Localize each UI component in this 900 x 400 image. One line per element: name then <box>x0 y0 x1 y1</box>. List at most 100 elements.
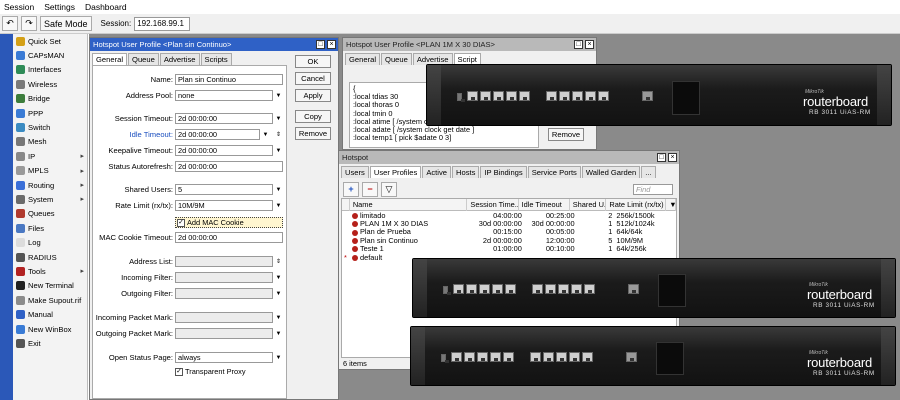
sidebar-item[interactable]: Files <box>13 221 87 235</box>
name-field[interactable]: Plan sin Continuo <box>175 74 283 85</box>
address-pool-select[interactable]: none <box>175 90 273 101</box>
column-header[interactable]: Session Time... <box>467 198 519 211</box>
sidebar-item[interactable]: New Terminal <box>13 279 87 293</box>
keepalive-timeout-field[interactable]: 2d 00:00:00 <box>175 145 273 156</box>
profile-window-titlebar[interactable]: Hotspot User Profile <Plan sin Continuo>… <box>90 38 338 51</box>
tab-users[interactable]: Users <box>341 166 369 178</box>
dropdown-arrow-icon[interactable]: ▼ <box>274 184 283 195</box>
sidebar-item[interactable]: Interfaces <box>13 63 87 77</box>
tab-walled-garden[interactable]: Walled Garden <box>581 166 641 178</box>
add-icon[interactable]: + <box>343 181 359 197</box>
add-mac-cookie-checkbox[interactable]: ✓ <box>177 218 185 227</box>
incoming-filter-select[interactable] <box>175 272 273 283</box>
sidebar-item[interactable]: Mesh <box>13 135 87 149</box>
sidebar-item[interactable]: Queues <box>13 207 87 221</box>
column-menu-icon[interactable]: ▼ <box>666 198 677 211</box>
dropdown-arrow-icon[interactable]: ▼ <box>274 312 283 323</box>
sidebar-item[interactable]: MPLS ▸ <box>13 164 87 178</box>
outgoing-packet-mark-select[interactable] <box>175 328 273 339</box>
maximize-icon[interactable]: □ <box>657 153 666 162</box>
dropdown-arrow-icon[interactable]: ▼ <box>274 200 283 211</box>
menu-settings[interactable]: Settings <box>44 2 75 12</box>
column-header[interactable]: Shared U... <box>570 198 607 211</box>
transparent-proxy-checkbox[interactable]: ✓ <box>175 367 183 376</box>
toggle-arrows-icon[interactable]: ⇕ <box>274 256 283 267</box>
add-mac-cookie-option[interactable]: ✓ Add MAC Cookie <box>175 217 283 228</box>
tab-user-profiles[interactable]: User Profiles <box>369 166 422 178</box>
undo-icon[interactable]: ↶ <box>2 16 18 31</box>
maximize-icon[interactable]: □ <box>574 40 583 49</box>
dropdown-arrow-icon[interactable]: ▼ <box>274 113 283 124</box>
tab-service-ports[interactable]: Service Ports <box>527 166 581 178</box>
column-header[interactable]: Idle Timeout <box>519 198 570 211</box>
toggle-arrows-icon[interactable]: ⇕ <box>274 129 283 140</box>
remove-button[interactable]: Remove <box>295 127 331 140</box>
sidebar-item[interactable]: Log <box>13 235 87 249</box>
safe-mode-button[interactable]: Safe Mode <box>40 16 92 31</box>
sidebar-item[interactable]: Bridge <box>13 92 87 106</box>
ok-button[interactable]: OK <box>295 55 331 68</box>
tab-hosts[interactable]: Hosts <box>452 166 480 178</box>
sidebar-item[interactable]: Tools ▸ <box>13 264 87 278</box>
remove-icon[interactable]: − <box>362 181 378 197</box>
column-header[interactable]: Rate Limit (rx/tx) <box>606 198 667 211</box>
script-window-titlebar[interactable]: Hotspot User Profile <PLAN 1M X 30 DIAS>… <box>343 38 596 51</box>
cancel-button[interactable]: Cancel <box>295 72 331 85</box>
transparent-proxy-option[interactable]: ✓ Transparent Proxy <box>175 366 246 377</box>
shared-users-field[interactable]: 5 <box>175 184 273 195</box>
address-list-field[interactable] <box>175 256 273 267</box>
sidebar-item[interactable]: Make Supout.rif <box>13 293 87 307</box>
sidebar-item[interactable]: System ▸ <box>13 192 87 206</box>
dropdown-arrow-icon[interactable]: ▼ <box>274 272 283 283</box>
rate-limit-field[interactable]: 10M/9M <box>175 200 273 211</box>
tab-general[interactable]: General <box>92 53 128 65</box>
mac-cookie-timeout-field[interactable]: 2d 00:00:00 <box>175 232 283 243</box>
dropdown-arrow-icon[interactable]: ▼ <box>261 129 270 140</box>
sidebar-item[interactable]: IP ▸ <box>13 149 87 163</box>
sidebar-item[interactable]: New WinBox <box>13 322 87 336</box>
hotspot-window-titlebar[interactable]: Hotspot □ × <box>339 151 679 164</box>
tab-general[interactable]: General <box>345 53 381 65</box>
redo-icon[interactable]: ↷ <box>21 16 37 31</box>
menu-session[interactable]: Session <box>4 2 34 12</box>
tab-advertise[interactable]: Advertise <box>159 53 200 65</box>
sidebar-item[interactable]: Quick Set <box>13 34 87 48</box>
tab-more[interactable]: ... <box>641 166 656 178</box>
sidebar-item[interactable]: Wireless <box>13 77 87 91</box>
find-input[interactable]: Find <box>633 183 673 195</box>
sidebar-item[interactable]: PPP <box>13 106 87 120</box>
sidebar-item[interactable]: Manual <box>13 307 87 321</box>
dropdown-arrow-icon[interactable]: ▼ <box>274 352 283 363</box>
copy-button[interactable]: Copy <box>295 110 331 123</box>
remove-button[interactable]: Remove <box>548 128 584 141</box>
sidebar-item[interactable]: RADIUS <box>13 250 87 264</box>
tab-queue[interactable]: Queue <box>381 53 412 65</box>
sidebar-item[interactable]: CAPsMAN <box>13 48 87 62</box>
outgoing-filter-select[interactable] <box>175 288 273 299</box>
sidebar-item[interactable]: Exit <box>13 336 87 350</box>
sidebar-item[interactable]: Switch <box>13 120 87 134</box>
sidebar-item[interactable]: Routing ▸ <box>13 178 87 192</box>
close-icon[interactable]: × <box>327 40 336 49</box>
session-timeout-field[interactable]: 2d 00:00:00 <box>175 113 273 124</box>
close-icon[interactable]: × <box>585 40 594 49</box>
dropdown-arrow-icon[interactable]: ▼ <box>274 145 283 156</box>
tab-scripts[interactable]: Scripts <box>200 53 232 65</box>
dropdown-arrow-icon[interactable]: ▼ <box>274 90 283 101</box>
tab-active[interactable]: Active <box>422 166 451 178</box>
close-icon[interactable]: × <box>668 153 677 162</box>
open-status-page-select[interactable]: always <box>175 352 273 363</box>
column-header[interactable]: Name <box>350 198 468 211</box>
menu-dashboard[interactable]: Dashboard <box>85 2 127 12</box>
dropdown-arrow-icon[interactable]: ▼ <box>274 288 283 299</box>
incoming-packet-mark-select[interactable] <box>175 312 273 323</box>
idle-timeout-field[interactable]: 2d 00:00:00 <box>175 129 260 140</box>
maximize-icon[interactable]: □ <box>316 40 325 49</box>
session-input[interactable]: 192.168.99.1 <box>134 16 191 31</box>
filter-icon[interactable]: ▽ <box>381 181 397 197</box>
apply-button[interactable]: Apply <box>295 89 331 102</box>
tab-queue[interactable]: Queue <box>128 53 159 65</box>
status-autorefresh-field[interactable]: 2d 00:00:00 <box>175 161 283 172</box>
dropdown-arrow-icon[interactable]: ▼ <box>274 328 283 339</box>
tab-ip-bindings[interactable]: IP Bindings <box>480 166 527 178</box>
